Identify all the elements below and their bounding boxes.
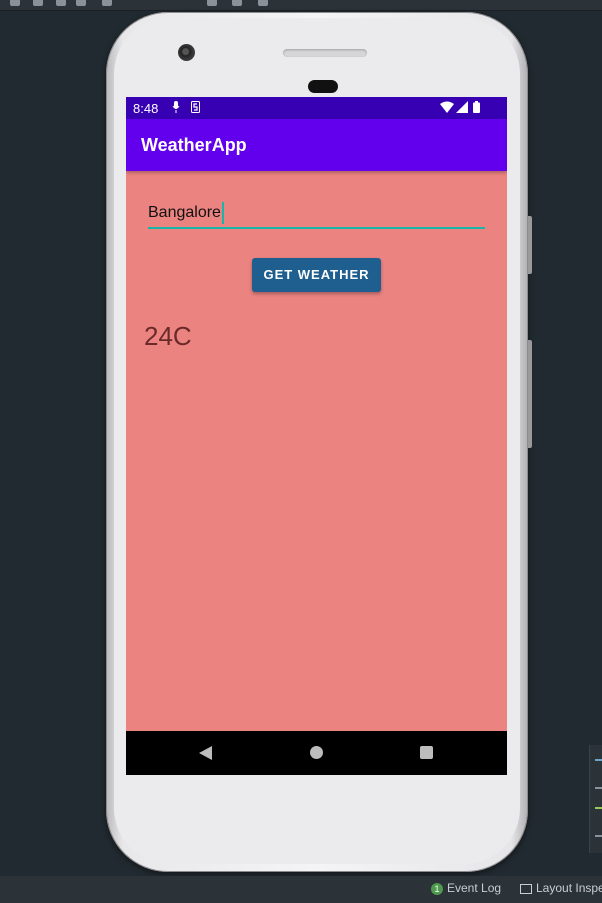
device-screen: 8:48 WeatherApp Bangalore GET WEATHER 24… [126, 97, 507, 775]
app-bar: WeatherApp [126, 119, 507, 171]
front-camera-icon [178, 44, 195, 61]
status-time: 8:48 [133, 101, 159, 116]
get-weather-button[interactable]: GET WEATHER [252, 258, 381, 292]
earpiece-speaker [283, 49, 367, 57]
recents-icon[interactable] [420, 746, 433, 759]
event-log-button[interactable]: 1 Event Log [431, 881, 501, 895]
toolbar-icon[interactable] [10, 0, 20, 6]
toolbar-divider [0, 10, 602, 11]
ide-toolbar [0, 0, 602, 11]
city-input-value: Bangalore [148, 204, 221, 221]
wifi-icon [440, 101, 454, 116]
panel-icon[interactable] [595, 759, 602, 761]
status-bar: 8:48 [126, 97, 507, 119]
toolbar-icon[interactable] [258, 0, 268, 6]
text-cursor [222, 202, 224, 224]
app-title: WeatherApp [141, 135, 247, 155]
layout-inspector-label: Layout Inspe [536, 881, 602, 895]
toolbar-icon[interactable] [33, 0, 43, 6]
temperature-label: 24C [144, 321, 192, 351]
panel-icon[interactable] [595, 787, 602, 789]
layout-inspector-icon [520, 883, 532, 894]
toolbar-icon[interactable] [232, 0, 242, 6]
event-log-label: Event Log [447, 881, 502, 895]
home-icon[interactable] [310, 746, 323, 759]
back-icon[interactable] [199, 746, 212, 760]
proximity-sensor [308, 80, 338, 93]
toolbar-icon[interactable] [102, 0, 112, 6]
signal-icon [456, 101, 468, 116]
battery-icon [473, 101, 480, 116]
navigation-bar [126, 731, 507, 775]
city-input[interactable]: Bangalore [148, 199, 485, 229]
panel-icon[interactable] [595, 807, 602, 809]
mic-icon [172, 101, 180, 116]
s-icon [191, 101, 200, 116]
toolbar-icon[interactable] [76, 0, 86, 6]
ide-window: 8:48 WeatherApp Bangalore GET WEATHER 24… [0, 0, 602, 903]
side-tool-panel [589, 745, 602, 853]
event-count-badge: 1 [431, 882, 443, 895]
toolbar-icon[interactable] [56, 0, 66, 6]
layout-inspector-button[interactable]: Layout Inspe [520, 881, 602, 895]
power-button[interactable] [528, 340, 532, 448]
volume-button[interactable] [528, 216, 532, 274]
panel-icon[interactable] [595, 835, 602, 837]
ide-status-bar: 1 Event Log Layout Inspe [0, 876, 602, 903]
toolbar-icon[interactable] [207, 0, 217, 6]
